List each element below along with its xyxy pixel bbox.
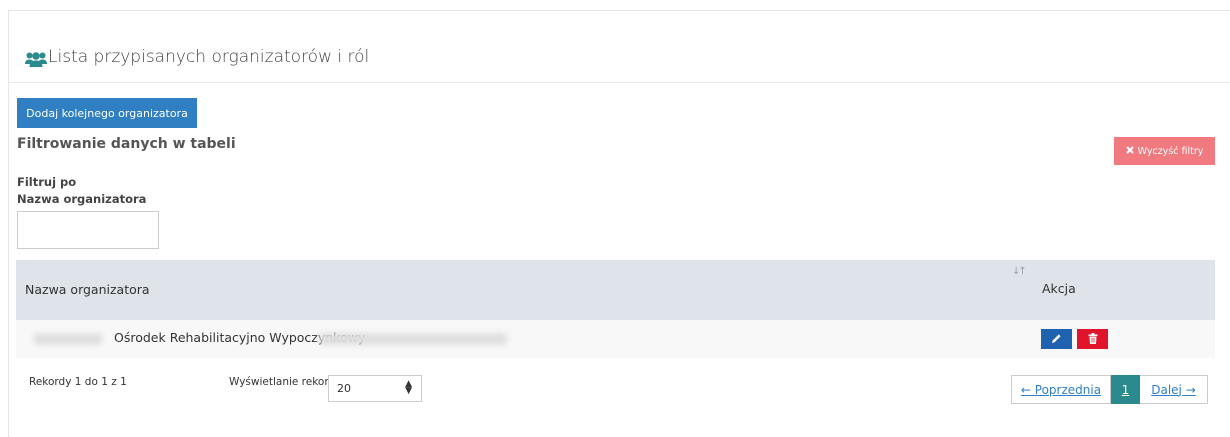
column-header-action: Akcja <box>1042 281 1076 296</box>
records-info: Rekordy 1 do 1 z 1 <box>29 376 127 388</box>
per-page-value: 20 <box>337 382 351 395</box>
clear-filters-button[interactable]: Wyczyść filtry <box>1114 137 1215 165</box>
users-icon <box>25 51 47 67</box>
table-header: Nazwa organizatora ↓↑ Akcja <box>16 260 1215 320</box>
delete-button[interactable] <box>1077 329 1108 349</box>
redacted-text <box>34 333 102 345</box>
redacted-text <box>319 333 507 345</box>
sort-icon[interactable]: ↓↑ <box>1012 266 1027 277</box>
assignments-panel: Lista przypisanych organizatorów i ról <box>8 10 1230 437</box>
pagination: ← Poprzednia 1 Dalej → <box>1011 375 1208 404</box>
page-1-button[interactable]: 1 <box>1111 375 1140 404</box>
add-organizer-button[interactable]: Dodaj kolejnego organizatora <box>17 98 197 128</box>
trash-icon <box>1088 332 1098 347</box>
table-row: Ośrodek Rehabilitacyjno Wypoczynkowy <box>16 320 1215 358</box>
panel-header: Lista przypisanych organizatorów i ról <box>9 11 1230 83</box>
edit-button[interactable] <box>1041 329 1072 349</box>
clear-filters-label: Wyczyść filtry <box>1137 145 1204 157</box>
filter-by-label: Filtruj po <box>17 175 77 189</box>
column-header-name[interactable]: Nazwa organizatora <box>25 282 150 297</box>
next-page-button[interactable]: Dalej → <box>1140 375 1208 404</box>
filter-heading: Filtrowanie danych w tabeli <box>17 136 236 152</box>
close-icon <box>1125 145 1134 157</box>
pencil-icon <box>1051 332 1062 347</box>
page-title: Lista przypisanych organizatorów i ról <box>48 47 370 67</box>
per-page-select[interactable]: 20 ▲ ▼ <box>328 375 422 402</box>
organizers-table: Nazwa organizatora ↓↑ Akcja Ośrodek Reha… <box>16 260 1215 358</box>
organizer-name-filter-label: Nazwa organizatora <box>17 192 147 206</box>
sort-caret-icon: ▲ ▼ <box>405 379 412 396</box>
previous-page-button[interactable]: ← Poprzednia <box>1011 375 1111 404</box>
organizer-name-filter-input[interactable] <box>17 211 159 249</box>
